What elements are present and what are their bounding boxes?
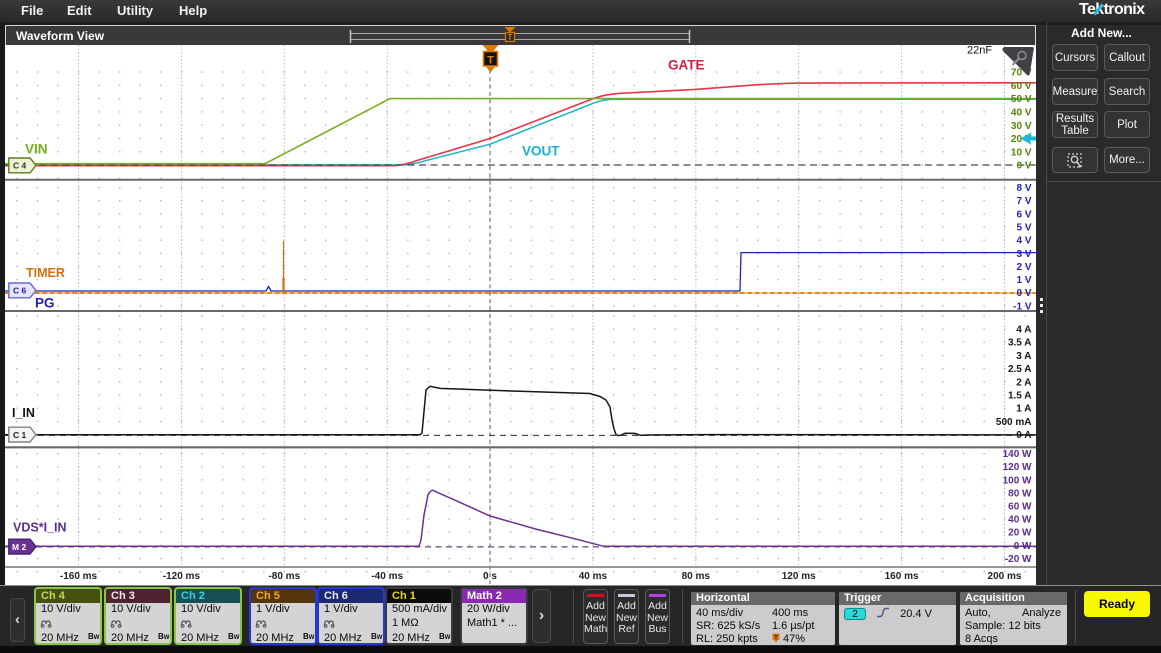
- svg-text:120 W: 120 W: [1003, 462, 1032, 473]
- svg-text:20 W: 20 W: [1008, 528, 1032, 539]
- svg-text:VDS*I_IN: VDS*I_IN: [13, 521, 67, 535]
- svg-text:160 ms: 160 ms: [885, 571, 919, 582]
- svg-text:VOUT: VOUT: [522, 144, 560, 159]
- svg-text:3 A: 3 A: [1016, 351, 1031, 362]
- svg-text:50 V: 50 V: [1011, 94, 1032, 105]
- svg-text:2 A: 2 A: [1016, 377, 1031, 388]
- svg-text:TIMER: TIMER: [26, 266, 65, 280]
- svg-text:T: T: [508, 33, 513, 42]
- svg-text:-160 ms: -160 ms: [60, 571, 98, 582]
- svg-text:60 W: 60 W: [1008, 502, 1032, 513]
- svg-text:7 V: 7 V: [1016, 196, 1031, 207]
- svg-text:I_IN: I_IN: [12, 406, 35, 420]
- svg-text:40 W: 40 W: [1008, 515, 1032, 526]
- svg-text:1.5 A: 1.5 A: [1008, 391, 1032, 402]
- svg-text:M 2: M 2: [12, 542, 26, 552]
- svg-text:0 V: 0 V: [1016, 288, 1031, 299]
- svg-text:-40 ms: -40 ms: [371, 571, 403, 582]
- svg-text:0 s: 0 s: [483, 571, 497, 582]
- svg-text:-120 ms: -120 ms: [163, 571, 201, 582]
- svg-text:100 W: 100 W: [1003, 475, 1032, 486]
- svg-text:120 ms: 120 ms: [782, 571, 816, 582]
- svg-text:PG: PG: [35, 296, 55, 311]
- svg-text:3.5 A: 3.5 A: [1008, 338, 1032, 349]
- svg-text:6 V: 6 V: [1016, 209, 1031, 220]
- svg-text:T: T: [774, 634, 778, 641]
- svg-text:60 V: 60 V: [1011, 81, 1032, 92]
- svg-text:3 V: 3 V: [1016, 249, 1031, 260]
- svg-text:C 4: C 4: [13, 161, 27, 171]
- svg-text:80 W: 80 W: [1008, 488, 1032, 499]
- svg-text:GATE: GATE: [668, 58, 705, 73]
- svg-text:-1 V: -1 V: [1013, 301, 1032, 312]
- svg-text:80 ms: 80 ms: [682, 571, 711, 582]
- svg-text:8 V: 8 V: [1016, 183, 1031, 194]
- svg-text:1 V: 1 V: [1016, 275, 1031, 286]
- svg-text:1 A: 1 A: [1016, 404, 1031, 415]
- svg-text:4 A: 4 A: [1016, 325, 1031, 336]
- svg-text:200 ms: 200 ms: [988, 571, 1022, 582]
- svg-text:C 1: C 1: [13, 430, 27, 440]
- svg-text:VIN: VIN: [25, 142, 48, 157]
- svg-text:2 V: 2 V: [1016, 262, 1031, 273]
- svg-text:2.5 A: 2.5 A: [1008, 364, 1032, 375]
- svg-text:10 V: 10 V: [1011, 147, 1032, 158]
- svg-text:5 V: 5 V: [1016, 223, 1031, 234]
- svg-text:-80 ms: -80 ms: [268, 571, 300, 582]
- svg-text:T: T: [487, 55, 494, 67]
- svg-text:40 V: 40 V: [1011, 108, 1032, 119]
- svg-text:22nF: 22nF: [967, 45, 992, 57]
- svg-text:0 A: 0 A: [1016, 430, 1031, 441]
- svg-text:500 mA: 500 mA: [996, 417, 1032, 428]
- svg-text:-20 W: -20 W: [1005, 554, 1032, 565]
- svg-text:30 V: 30 V: [1011, 121, 1032, 132]
- svg-text:40 ms: 40 ms: [579, 571, 608, 582]
- svg-text:0 V: 0 V: [1016, 161, 1031, 172]
- svg-text:0 W: 0 W: [1014, 541, 1032, 552]
- svg-text:C 6: C 6: [13, 286, 27, 296]
- svg-text:140 W: 140 W: [1003, 449, 1032, 460]
- svg-text:4 V: 4 V: [1016, 236, 1031, 247]
